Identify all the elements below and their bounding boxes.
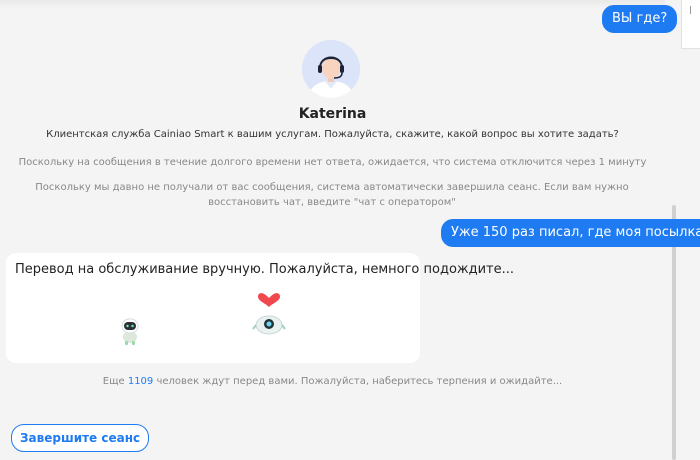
agent-avatar xyxy=(302,40,360,98)
agent-avatar-icon xyxy=(302,40,360,98)
transfer-text: Перевод на обслуживание вручную. Пожалуй… xyxy=(15,262,515,277)
top-shadow xyxy=(0,0,665,8)
queue-status: Еще 1109 человек ждут перед вами. Пожалу… xyxy=(0,376,665,387)
end-session-button[interactable]: Завершите сеанс xyxy=(11,424,150,452)
user-message: ВЫ где? xyxy=(602,5,678,33)
queue-prefix: Еще xyxy=(102,376,125,387)
transfer-card: Перевод на обслуживание вручную. Пожалуй… xyxy=(6,253,514,363)
robot-icon xyxy=(121,318,139,345)
side-panel-edge xyxy=(681,0,700,49)
system-notice: Поскольку на сообщения в течение долгого… xyxy=(18,157,647,168)
agent-greeting: Клиентская служба Cainiao Smart к вашим … xyxy=(46,129,619,140)
system-notice: Поскольку мы давно не получали от вас со… xyxy=(35,182,629,208)
heart-robot-icon xyxy=(252,293,286,335)
queue-count: 1109 xyxy=(127,376,154,387)
user-message: Уже 150 раз писал, где моя посылка? xyxy=(441,219,700,247)
agent-name: Katerina xyxy=(298,106,367,122)
queue-suffix: человек ждут перед вами. Пожалуйста, наб… xyxy=(156,376,563,387)
